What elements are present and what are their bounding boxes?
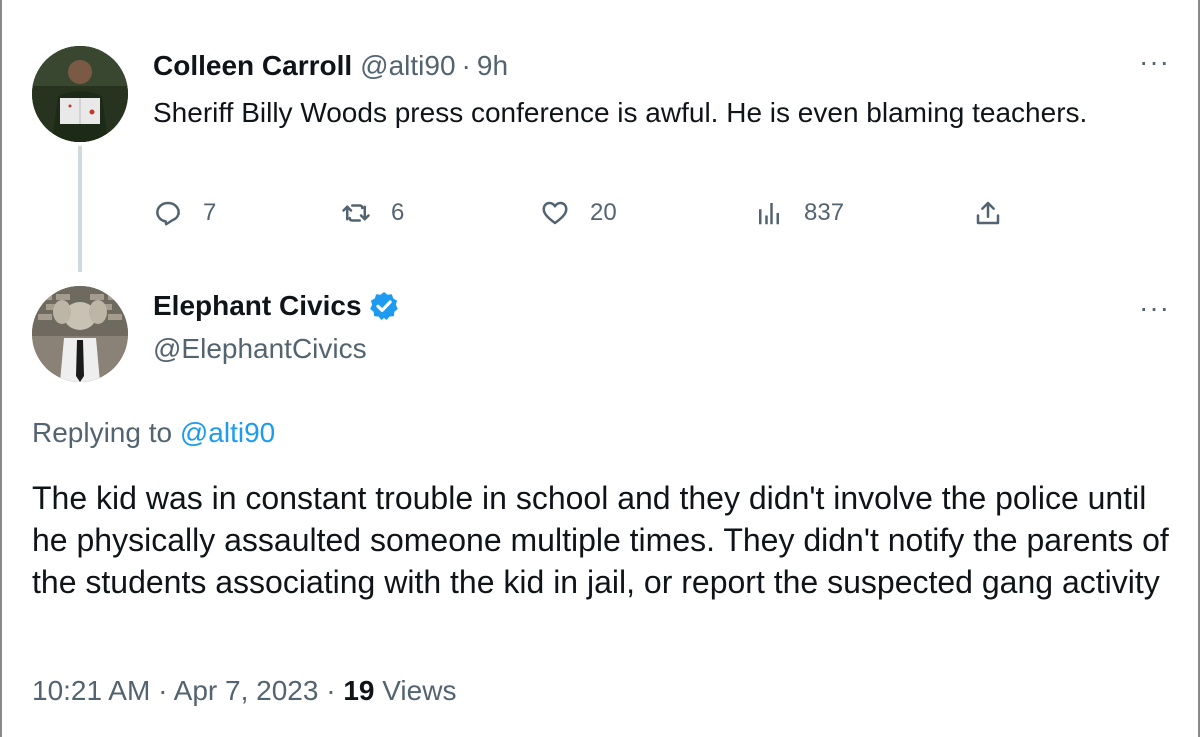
more-options-button[interactable]: ··· <box>1139 48 1170 76</box>
avatar[interactable] <box>32 46 128 142</box>
reply-icon <box>156 201 180 226</box>
verified-badge-icon <box>369 292 398 320</box>
tweet-text: The kid was in constant trouble in schoo… <box>32 480 1169 600</box>
views-icon <box>759 203 779 225</box>
avatar[interactable] <box>32 286 128 382</box>
tweet-text: Sheriff Billy Woods press conference is … <box>153 97 1088 128</box>
reply-button[interactable]: 7 <box>153 198 216 228</box>
tweet2-header: Elephant Civics <box>153 290 400 322</box>
display-name[interactable]: Colleen Carroll <box>153 50 352 82</box>
like-button[interactable]: 20 <box>540 198 617 228</box>
separator: · <box>326 675 336 706</box>
like-count: 20 <box>590 199 617 226</box>
timestamp[interactable]: 9h <box>477 50 508 82</box>
replying-to-label: Replying to <box>32 417 173 448</box>
views-count: 837 <box>804 199 845 226</box>
separator: · <box>158 675 168 706</box>
replying-to: Replying to @alti90 <box>32 417 275 449</box>
reply-count: 7 <box>203 199 217 226</box>
frame-border-left <box>0 0 2 737</box>
reply-mention-link[interactable]: @alti90 <box>180 417 275 448</box>
tweet-date[interactable]: Apr 7, 2023 <box>174 675 319 706</box>
views-label: Views <box>382 675 457 706</box>
retweet-button[interactable]: 6 <box>341 198 404 228</box>
retweet-icon <box>342 204 370 222</box>
retweet-count: 6 <box>391 199 405 226</box>
thread-connector <box>78 146 82 272</box>
display-name[interactable]: Elephant Civics <box>153 290 362 322</box>
tweet-actions: 7 6 20 837 <box>153 198 1013 234</box>
avatar-photo-icon <box>32 46 128 142</box>
avatar-photo-icon <box>32 286 128 382</box>
views-button[interactable]: 837 <box>754 198 844 228</box>
handle[interactable]: @alti90 <box>360 50 455 82</box>
tweet-meta: 10:21 AM · Apr 7, 2023 · 19 Views <box>32 675 456 707</box>
like-icon <box>542 201 568 225</box>
handle[interactable]: @ElephantCivics <box>153 333 367 365</box>
more-options-button[interactable]: ··· <box>1139 294 1170 322</box>
separator: · <box>461 50 471 81</box>
tweet1-header: Colleen Carroll @alti90 · 9h <box>153 50 508 82</box>
tweet-time[interactable]: 10:21 AM <box>32 675 150 706</box>
share-icon <box>976 201 1000 225</box>
share-button[interactable] <box>973 198 1003 228</box>
views-count: 19 <box>343 675 375 706</box>
